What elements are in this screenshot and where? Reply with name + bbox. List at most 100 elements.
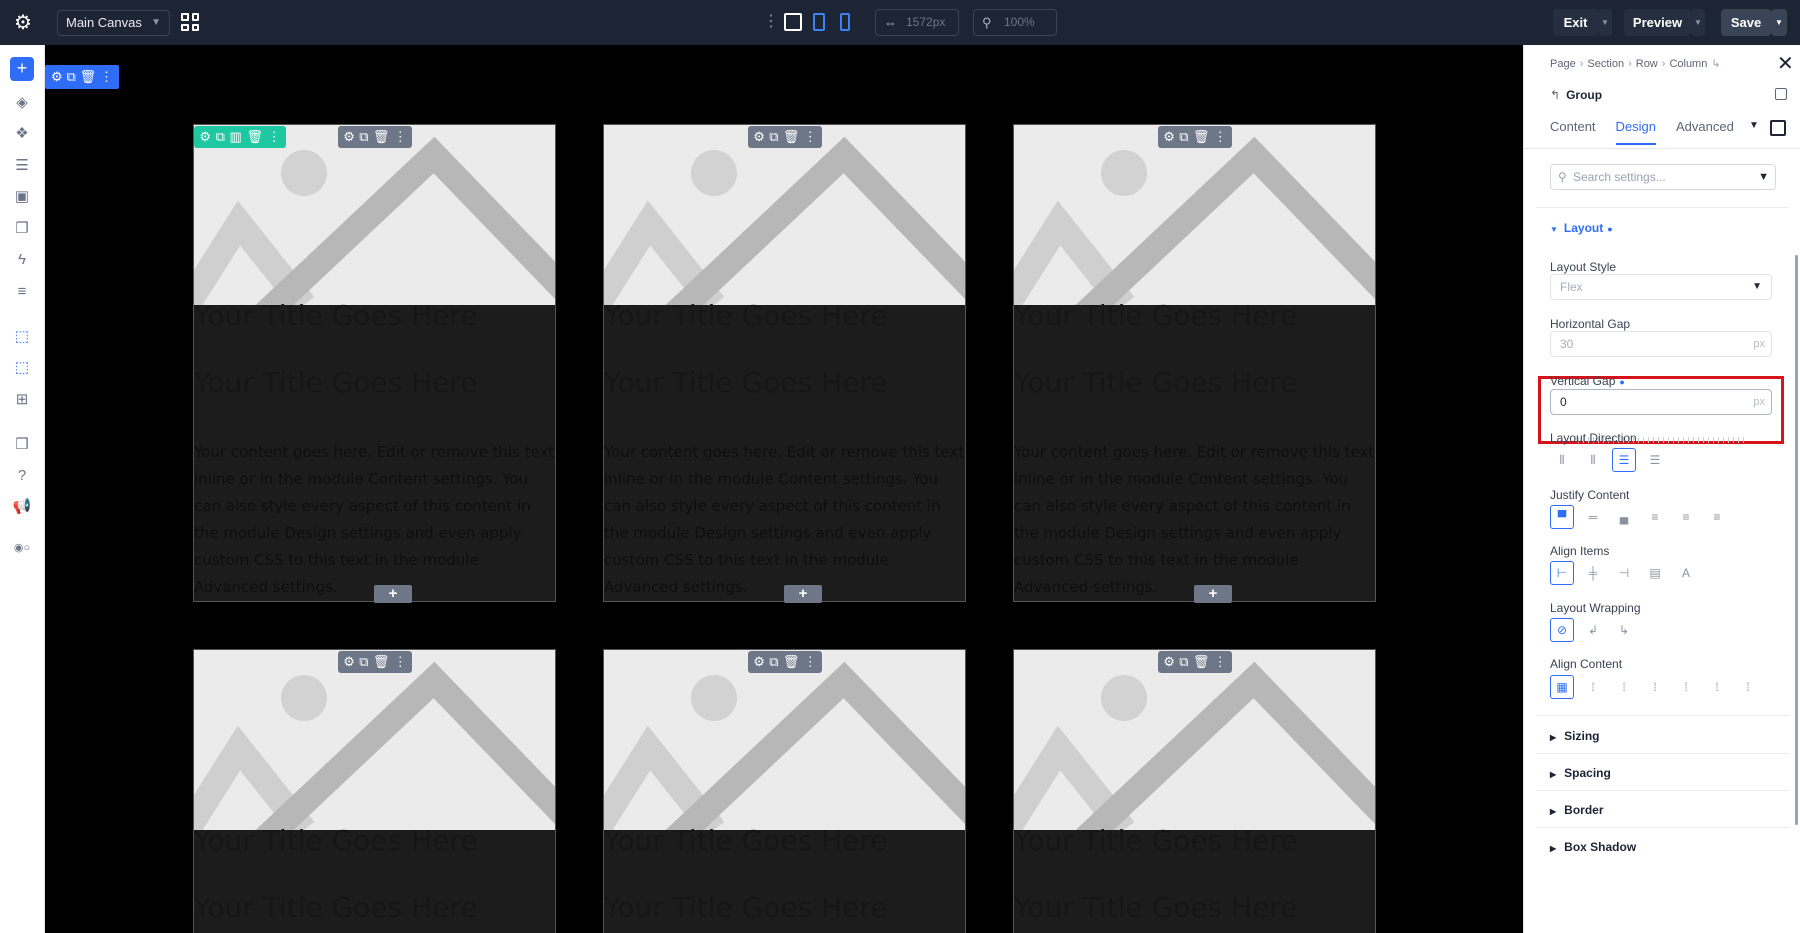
variables-icon[interactable]: ≡ [12,282,32,302]
no-wrap-icon[interactable]: ⊘ [1550,618,1574,642]
gear-icon[interactable]: ⚙ [343,654,355,670]
card-module[interactable]: ⚙ ⧉ 🗑 ⋮ Your Title Goes Here Your Title Goe… [1013,649,1376,933]
click-mode-icon[interactable]: ⬚ [12,327,32,347]
align-start-icon[interactable]: ⊢ [1550,561,1574,585]
trash-icon[interactable]: 🗑 [246,129,263,145]
tablet-view-icon[interactable] [813,13,825,31]
gear-icon[interactable]: ⚙ [1163,654,1175,670]
layers-icon[interactable]: ◈ [12,93,32,113]
zoom-field[interactable]: ⚲ 100% [973,9,1057,36]
pages-icon[interactable]: ❐ [12,219,32,239]
card-body-text[interactable]: Your content goes here. Edit or remove t… [194,439,555,601]
content-stretch-icon[interactable]: ⁞ [1736,675,1760,699]
duplicate-icon[interactable]: ⧉ [769,129,778,145]
content-start-icon[interactable]: ▦ [1550,675,1574,699]
wrap-icon[interactable]: ↲ [1581,618,1605,642]
duplicate-icon[interactable]: ⧉ [359,654,368,670]
panel-scrollbar[interactable] [1795,255,1798,825]
direction-column-reverse-icon[interactable]: ☰ [1643,448,1667,472]
add-row-button[interactable]: + [1194,585,1232,603]
breadcrumb-item[interactable]: Page [1550,58,1576,70]
card-title[interactable]: Your Title Goes Here [194,366,555,399]
card-title[interactable]: Your Title Goes Here [1014,366,1375,399]
card-title[interactable]: Your Title Goes Here [194,824,555,857]
hover-mode-icon[interactable]: ⬚ [12,358,32,378]
more-icon[interactable]: ⋮ [1214,654,1227,670]
content-between-icon[interactable]: ⁞ [1643,675,1667,699]
gear-icon[interactable]: ⚙ [343,129,355,145]
dark-mode-toggle-icon[interactable]: ◉○ [12,538,32,558]
spacing-section-toggle[interactable]: ▶ Spacing [1550,766,1611,780]
content-center-icon[interactable]: ⁞ [1581,675,1605,699]
breadcrumb-item[interactable]: Section [1587,58,1624,70]
trash-icon[interactable]: 🗑 [1193,129,1210,145]
canvas-width-field[interactable]: ⇔ 1572px [875,9,959,36]
wrap-reverse-icon[interactable]: ↳ [1612,618,1636,642]
align-baseline-icon[interactable]: A [1674,561,1698,585]
tabs-dropdown-icon[interactable]: ▼ [1749,120,1759,131]
add-row-button[interactable]: + [374,585,412,603]
card-title[interactable]: Your Title Goes Here [1014,891,1375,924]
trash-icon[interactable]: 🗑 [80,69,97,85]
settings-gear-icon[interactable]: ⚙ [12,12,34,34]
add-module-icon[interactable]: + [10,57,34,81]
box-shadow-section-toggle[interactable]: ▶ Box Shadow [1550,840,1636,854]
border-section-toggle[interactable]: ▶ Border [1550,803,1604,817]
horizontal-gap-input[interactable]: 30 px [1550,331,1772,357]
responsive-icon[interactable]: ⊞ [12,390,32,410]
more-icon[interactable]: ⋮ [394,654,407,670]
group-settings-icon[interactable] [1775,88,1787,100]
tab-advanced[interactable]: Advanced [1676,119,1734,145]
exit-dropdown-icon[interactable]: ▼ [1598,9,1612,36]
duplicate-icon[interactable]: ⧉ [216,129,225,145]
align-center-icon[interactable]: ╪ [1581,561,1605,585]
more-icon[interactable]: ⋮ [268,129,281,145]
settings-search-input[interactable]: ⚲ Search settings... ▼ [1550,164,1776,190]
content-end-icon[interactable]: ⁞ [1612,675,1636,699]
canvas-select[interactable]: Main Canvas ▼ [57,10,170,36]
layout-style-select[interactable]: Flex ▼ [1550,274,1772,300]
card-title[interactable]: Your Title Goes Here [604,891,965,924]
card-title[interactable]: Your Title Goes Here [604,299,965,332]
card-module[interactable]: ⚙ ⧉ 🗑 ⋮ Your Title Goes Here Your Title Goe… [603,649,966,933]
trash-icon[interactable]: 🗑 [1193,654,1210,670]
gear-icon[interactable]: ⚙ [1163,129,1175,145]
gear-icon[interactable]: ⚙ [753,129,765,145]
close-icon[interactable]: ✕ [1777,54,1794,74]
help-icon[interactable]: ? [12,466,32,486]
preview-button[interactable]: Preview [1624,9,1691,36]
desktop-view-icon[interactable] [784,13,802,31]
duplicate-icon[interactable]: ⧉ [769,654,778,670]
preview-dropdown-icon[interactable]: ▼ [1691,9,1705,36]
add-row-button[interactable]: + [784,585,822,603]
announcement-icon[interactable]: 📢 [12,497,32,517]
theme-builder-icon[interactable]: ❖ [12,124,32,144]
tab-design[interactable]: Design [1615,119,1657,145]
save-dropdown-icon[interactable]: ▼ [1771,9,1787,36]
card-module[interactable]: ⚙ ⧉ 🗑 ⋮ Your Title Goes Here Your Title Goe… [603,124,966,603]
duplicate-icon[interactable]: ⧉ [1179,129,1188,145]
direction-row-reverse-icon[interactable]: ⫴ [1581,448,1605,472]
card-title[interactable]: Your Title Goes Here [194,299,555,332]
duplicate-icon[interactable]: ⧉ [359,129,368,145]
justify-evenly-icon[interactable]: ≡ [1705,505,1729,529]
duplicate-icon[interactable]: ⧉ [1179,654,1188,670]
justify-center-icon[interactable]: ═ [1581,505,1605,529]
gear-icon[interactable]: ⚙ [51,69,63,85]
builder-canvas[interactable]: ⚙ ⧉ 🗑 ⋮ ⚙ ⧉ ▥ 🗑 ⋮ ⚙ ⧉ 🗑 ⋮ Your Title Goes Here … [45,45,1523,933]
layout-section-toggle[interactable]: ▼ Layout ● [1550,221,1613,235]
card-body-text[interactable]: Your content goes here. Edit or remove t… [1014,439,1375,601]
breadcrumb-item[interactable]: Column [1669,58,1707,70]
vertical-gap-input[interactable]: 0 px [1550,389,1772,415]
card-body-text[interactable]: Your content goes here. Edit or remove t… [604,439,965,601]
more-icon[interactable]: ⋮ [394,129,407,145]
trash-icon[interactable]: 🗑 [783,654,800,670]
columns-icon[interactable]: ▥ [230,129,242,145]
trash-icon[interactable]: 🗑 [373,654,390,670]
history-icon[interactable]: ❒ [12,435,32,455]
gear-icon[interactable]: ⚙ [199,129,211,145]
trash-icon[interactable]: 🗑 [783,129,800,145]
layout-grid-icon[interactable] [181,13,199,31]
save-button[interactable]: Save [1721,9,1771,36]
lightning-icon[interactable]: ϟ [12,250,32,270]
